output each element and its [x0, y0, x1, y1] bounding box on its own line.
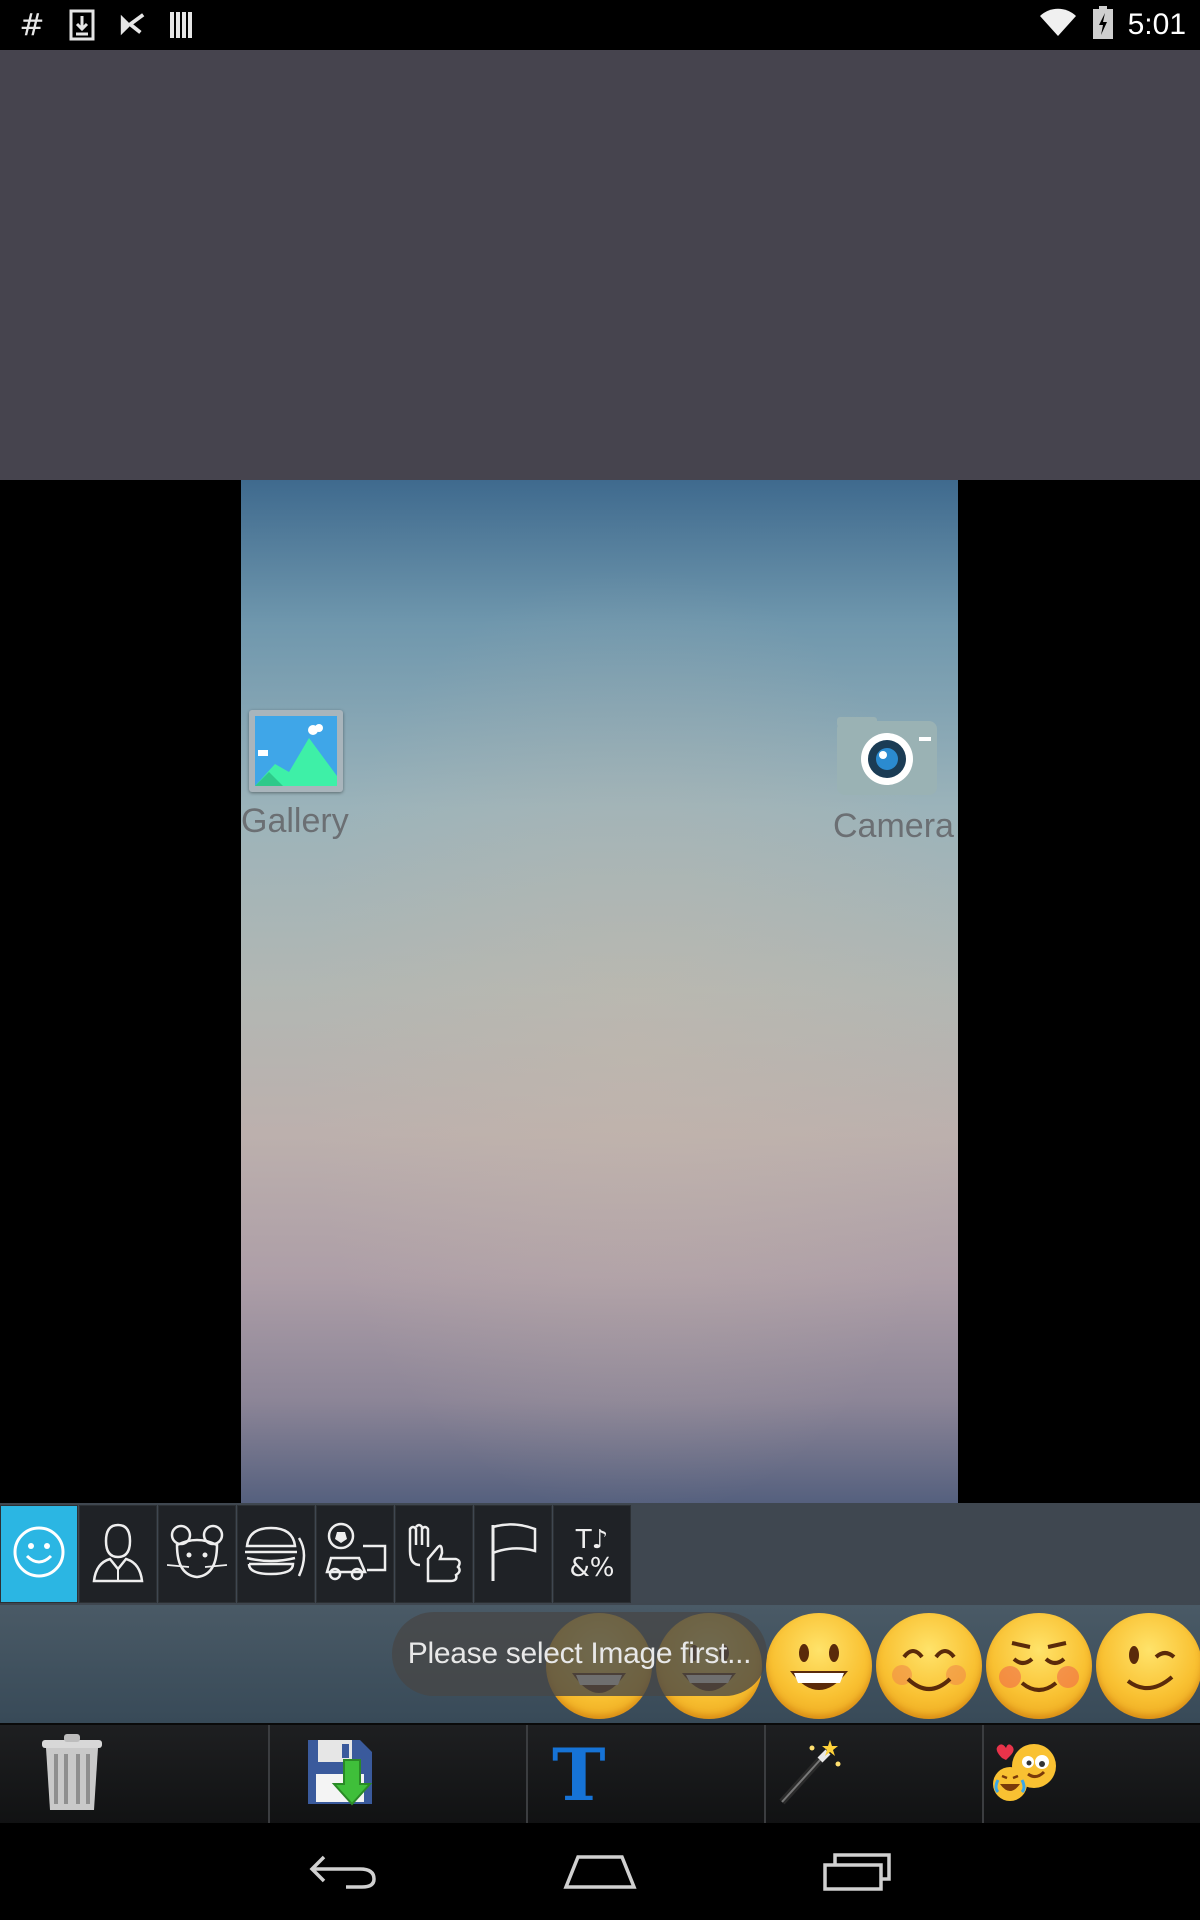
camera-label: Camera: [833, 807, 954, 845]
download-icon: [68, 9, 96, 41]
magic-wand-icon: [776, 1738, 846, 1813]
delete-button[interactable]: [0, 1725, 268, 1825]
battery-charging-icon: [1092, 5, 1114, 45]
soccer-car-icon: [323, 1522, 387, 1587]
sticker-category-bar: T♪ &%: [0, 1503, 1200, 1605]
flag-icon: [485, 1521, 541, 1588]
wifi-icon: [1038, 8, 1078, 43]
category-activities[interactable]: [316, 1505, 394, 1603]
mouse-animal-icon: [166, 1523, 228, 1586]
camera-button[interactable]: Camera: [833, 715, 958, 846]
status-bar: # 5:01: [0, 0, 1200, 50]
toast-text: Please select Image first...: [407, 1637, 752, 1670]
clock: 5:01: [1127, 8, 1186, 41]
text-tool-button[interactable]: T: [528, 1725, 764, 1825]
text-tool-label: T: [552, 1732, 606, 1817]
emoji-winking-face[interactable]: [1096, 1613, 1200, 1719]
emoji-sticker-button[interactable]: [984, 1725, 1200, 1825]
toast-message: Please select Image first...: [392, 1612, 767, 1696]
symbols-line-2: &%: [569, 1553, 615, 1583]
screen: # 5:01 Gallery Camera T♪ &% Please selec…: [0, 0, 1200, 1920]
gallery-icon: [249, 710, 343, 792]
category-gestures[interactable]: [395, 1505, 473, 1603]
category-food[interactable]: [237, 1505, 315, 1603]
text-symbols-icon: T♪ &%: [570, 1526, 615, 1582]
back-button[interactable]: [298, 1843, 388, 1903]
bottom-toolbar: T: [0, 1723, 1200, 1825]
hand-thumbs-up-icon: [404, 1521, 464, 1588]
category-smileys[interactable]: [0, 1505, 78, 1603]
home-button[interactable]: [555, 1843, 645, 1903]
home-icon: [562, 1851, 638, 1896]
person-icon: [90, 1521, 146, 1588]
category-people[interactable]: [79, 1505, 157, 1603]
background-photo: Gallery Camera: [241, 480, 958, 1503]
symbols-line-1: T♪: [575, 1525, 609, 1555]
smiley-icon: [11, 1524, 67, 1585]
hash-icon: #: [19, 7, 45, 43]
category-animals[interactable]: [158, 1505, 236, 1603]
gallery-button[interactable]: Gallery: [241, 710, 351, 841]
emoji-smiling-eyes[interactable]: [876, 1613, 982, 1719]
recents-button[interactable]: [812, 1843, 902, 1903]
recents-icon: [821, 1851, 893, 1896]
text-T-icon: T: [552, 1739, 606, 1811]
emoji-relieved-smile[interactable]: [986, 1613, 1092, 1719]
back-icon: [308, 1851, 378, 1896]
canvas-area: Gallery Camera: [0, 480, 1200, 1503]
effects-button[interactable]: [766, 1725, 982, 1825]
barcode-icon: [168, 9, 196, 41]
gallery-label: Gallery: [241, 802, 349, 840]
burger-icon: [243, 1524, 309, 1585]
play-store-icon: [118, 9, 146, 41]
category-flags[interactable]: [474, 1505, 552, 1603]
camera-icon: [833, 715, 941, 795]
navigation-bar: [0, 1823, 1200, 1920]
save-disk-icon: [306, 1738, 376, 1813]
top-empty-area: [0, 50, 1200, 480]
trash-icon: [40, 1733, 104, 1817]
emoji-sticker-icon: [992, 1740, 1062, 1811]
category-symbols[interactable]: T♪ &%: [553, 1505, 631, 1603]
save-button[interactable]: [270, 1725, 526, 1825]
emoji-grinning-smile[interactable]: [766, 1613, 872, 1719]
